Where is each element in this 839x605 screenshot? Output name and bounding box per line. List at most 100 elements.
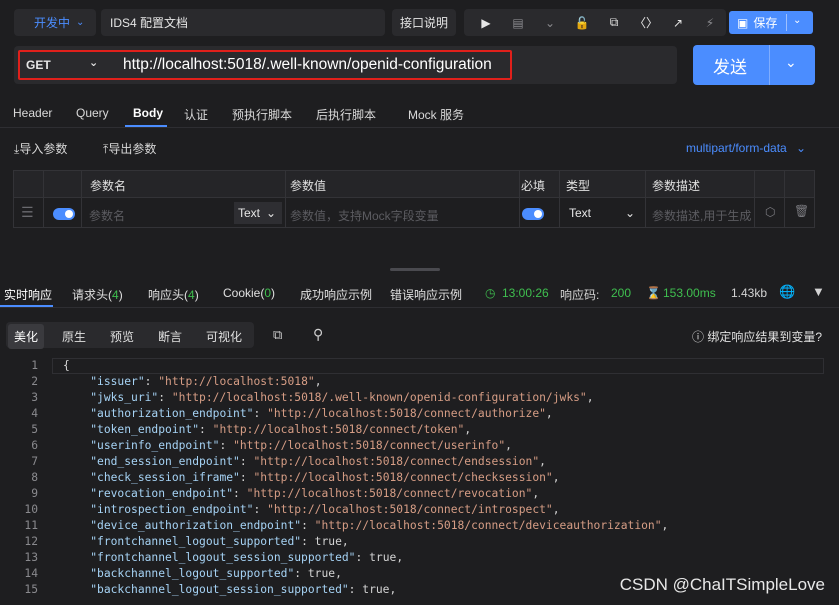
divider: [0, 307, 839, 308]
line-number: 9: [31, 487, 38, 500]
value-type-select[interactable]: Text ⌄: [234, 202, 282, 224]
import-label: 导入参数: [19, 142, 68, 156]
code-line: 10 "introspection_endpoint": "http://loc…: [0, 502, 839, 518]
document-icon[interactable]: ▤: [502, 9, 534, 36]
import-params-button[interactable]: ⤓导入参数: [14, 140, 67, 157]
json-key: "backchannel_logout_session_supported": [90, 583, 349, 596]
api-description-button[interactable]: 接口说明: [392, 9, 456, 36]
json-key: "frontchannel_logout_supported": [90, 535, 302, 548]
json-key: "device_authorization_endpoint": [90, 519, 302, 532]
required-toggle[interactable]: [522, 208, 544, 220]
code-line: 13 "frontchannel_logout_session_supporte…: [0, 550, 839, 566]
tab-cookie[interactable]: Cookie(0): [223, 286, 275, 300]
bind-response-link[interactable]: ⓘ 绑定响应结果到变量?: [692, 328, 822, 345]
chevron-down-circle-icon[interactable]: ▼: [812, 284, 825, 299]
chevron-down-icon[interactable]: ⌄: [534, 9, 566, 36]
watermark: CSDN @ChaITSimpleLove: [619, 575, 825, 594]
json-value: "http://localhost:5018/connect/deviceaut…: [314, 519, 662, 532]
cube-icon[interactable]: ⬡: [765, 205, 775, 219]
code-line: 11 "device_authorization_endpoint": "htt…: [0, 518, 839, 534]
drag-handle-icon[interactable]: ☰: [21, 204, 34, 221]
highlight-box: [18, 50, 512, 80]
enable-toggle[interactable]: [53, 208, 75, 220]
request-tabs: Header Query Body 认证 预执行脚本 后执行脚本 Mock 服务: [0, 100, 839, 128]
json-value: true: [307, 567, 336, 580]
copy-icon[interactable]: ⧉: [598, 9, 630, 36]
code-line: 2 "issuer": "http://localhost:5018",: [0, 374, 839, 390]
response-body[interactable]: 1 {2 "issuer": "http://localhost:5018", 3 …: [0, 357, 839, 605]
param-name-input[interactable]: 参数名: [89, 207, 125, 224]
param-value-input[interactable]: 参数值，支持Mock字段变量: [290, 207, 439, 224]
chevron-down-icon[interactable]: ⌄: [793, 15, 801, 26]
type-label: Text: [569, 206, 592, 220]
tab-header[interactable]: Header: [13, 106, 52, 120]
divider: [0, 127, 839, 128]
tab-error-example[interactable]: 错误响应示例: [390, 286, 462, 303]
flash-icon[interactable]: ⚡: [694, 9, 726, 36]
content-type-select[interactable]: multipart/form-data ⌄: [686, 141, 806, 155]
line-number: 1: [31, 359, 38, 372]
tab-pre-script[interactable]: 预执行脚本: [232, 106, 292, 123]
json-punct: {: [63, 359, 70, 372]
chevron-down-icon[interactable]: ⌄: [785, 54, 797, 71]
json-key: "issuer": [90, 375, 145, 388]
tab-label: 请求头(: [72, 288, 112, 302]
json-punct: ,: [314, 375, 322, 388]
lock-icon[interactable]: 🔓: [566, 9, 598, 36]
tab-raw[interactable]: 原生: [62, 328, 86, 345]
json-punct: ,: [586, 391, 594, 404]
tab-body[interactable]: Body: [133, 106, 163, 120]
line-number: 14: [24, 567, 38, 580]
tab-realtime-response[interactable]: 实时响应: [4, 286, 52, 303]
code-line: 3 "jwks_uri": "http://localhost:5018/.we…: [0, 390, 839, 406]
json-punct: ,: [661, 519, 669, 532]
copy-icon[interactable]: ⧉: [273, 327, 282, 343]
param-desc-input[interactable]: 参数描述,用于生成: [652, 207, 751, 224]
export-params-button[interactable]: ⤒导出参数: [103, 140, 156, 157]
tab-beautify[interactable]: 美化: [8, 324, 45, 349]
json-key: "frontchannel_logout_session_supported": [90, 551, 356, 564]
share-icon[interactable]: ↗: [662, 9, 694, 36]
line-number: 12: [24, 535, 38, 548]
line-number: 13: [24, 551, 38, 564]
code-line: 8 "check_session_iframe": "http://localh…: [0, 470, 839, 486]
globe-icon[interactable]: 🌐: [779, 284, 795, 300]
json-punct: ,: [552, 471, 560, 484]
tab-assert[interactable]: 断言: [158, 328, 182, 345]
tab-auth[interactable]: 认证: [184, 106, 208, 123]
col-param-name: 参数名: [90, 179, 127, 193]
search-icon[interactable]: ⚲: [313, 326, 323, 343]
code-line: 6 "userinfo_endpoint": "http://localhost…: [0, 438, 839, 454]
tab-label: Cookie(: [223, 286, 265, 300]
doc-title[interactable]: IDS4 配置文档: [101, 9, 385, 36]
tab-post-script[interactable]: 后执行脚本: [316, 106, 376, 123]
count-badge: 4: [112, 288, 119, 302]
send-button[interactable]: 发送 ⌄: [693, 45, 815, 85]
tab-request-headers[interactable]: 请求头(4): [72, 286, 123, 303]
save-button[interactable]: ▣ 保存 ⌄: [729, 11, 813, 34]
save-icon: ▣: [737, 15, 749, 30]
col-description: 参数描述: [652, 179, 701, 193]
tab-success-example[interactable]: 成功响应示例: [300, 286, 372, 303]
tab-query[interactable]: Query: [76, 106, 109, 120]
environment-select[interactable]: 开发中 ⌄: [14, 9, 96, 36]
tab-preview[interactable]: 预览: [110, 328, 134, 345]
type-select[interactable]: Text ⌄: [569, 206, 635, 220]
col-required: 必填: [521, 179, 546, 193]
tab-visualize[interactable]: 可视化: [206, 328, 242, 345]
line-content: "frontchannel_logout_session_supported":…: [90, 551, 404, 564]
col-param-value: 参数值: [290, 179, 327, 193]
json-key: "jwks_uri": [90, 391, 159, 404]
tab-response-headers[interactable]: 响应头(4): [148, 286, 199, 303]
resize-handle[interactable]: [390, 268, 440, 271]
code-icon[interactable]: 〈〉: [630, 9, 662, 36]
tab-mock[interactable]: Mock 服务: [408, 106, 464, 123]
json-value: "http://localhost:5018/connect/revocatio…: [246, 487, 533, 500]
line-content: "check_session_iframe": "http://localhos…: [90, 471, 560, 484]
json-punct: ,: [545, 407, 553, 420]
play-icon[interactable]: ▶: [470, 9, 502, 36]
paren: ): [118, 288, 123, 302]
json-punct: ,: [335, 567, 342, 580]
line-number: 8: [31, 471, 38, 484]
trash-icon[interactable]: 🗑: [794, 204, 809, 218]
